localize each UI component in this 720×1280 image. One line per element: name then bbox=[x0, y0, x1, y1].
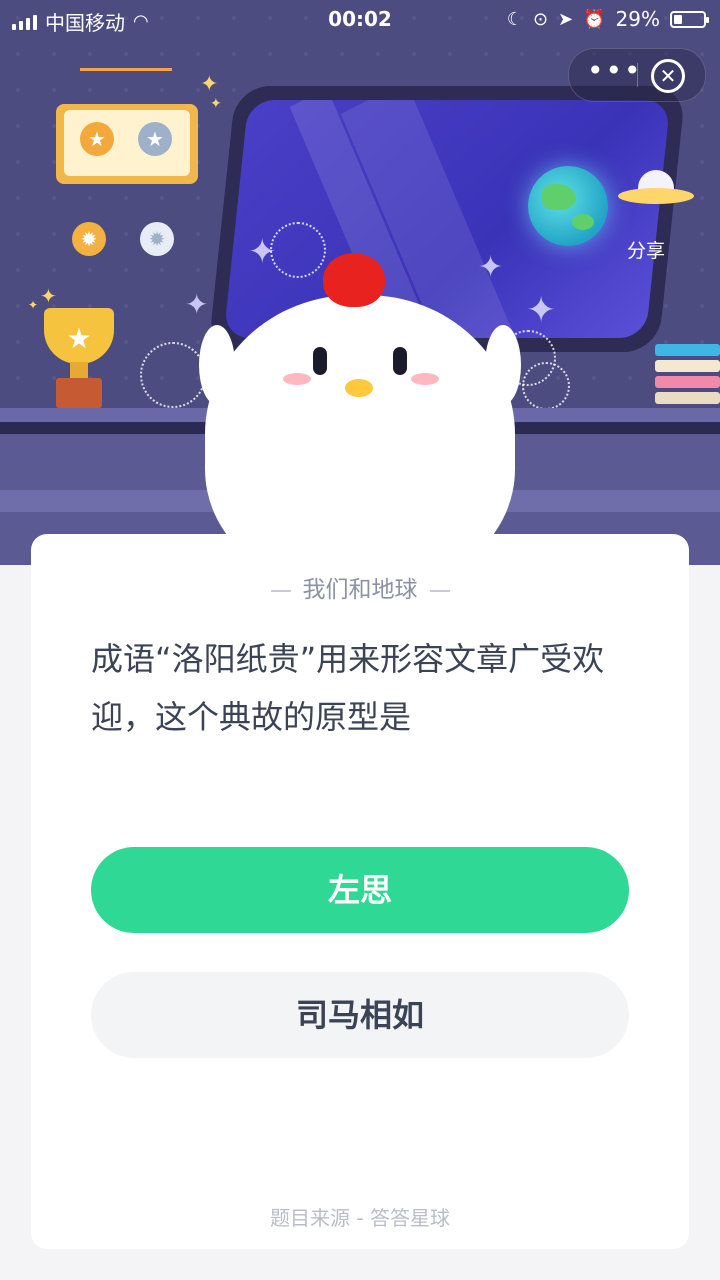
answer-option-correct[interactable]: 左思 bbox=[91, 847, 629, 933]
trophy-star-icon: ★ bbox=[66, 322, 92, 355]
question-source: 题目来源 - 答答星球 bbox=[270, 1206, 450, 1230]
bronze-medal-icon: ✹ bbox=[72, 222, 106, 256]
chick-mascot bbox=[199, 253, 521, 565]
status-bar: 中国移动 ◠ 00:02 ☾ ⊙ ➤ ⏰ 29% bbox=[0, 0, 720, 40]
answer-option[interactable]: 司马相如 bbox=[91, 972, 629, 1058]
gold-medal-icon: ★ bbox=[80, 122, 114, 156]
question-text: 成语“洛阳纸贵”用来形容文章广受欢迎，这个典故的原型是 bbox=[91, 640, 605, 736]
dotted-ring bbox=[140, 342, 206, 408]
silver-medal-icon: ★ bbox=[138, 122, 172, 156]
dotted-ring bbox=[522, 362, 570, 410]
miniprogram-capsule: ••• ✕ bbox=[568, 48, 706, 102]
ufo-share-icon[interactable] bbox=[618, 168, 694, 208]
divider-left bbox=[270, 589, 291, 592]
star-sparkle-icon: ✦ bbox=[210, 96, 222, 112]
category-heading: 我们和地球 bbox=[31, 570, 689, 604]
location-icon: ➤ bbox=[558, 8, 574, 30]
chick-body bbox=[205, 295, 515, 565]
more-icon[interactable]: ••• bbox=[587, 57, 641, 85]
category-label: 我们和地球 bbox=[302, 577, 418, 603]
battery-level bbox=[674, 14, 682, 24]
chick-eye bbox=[313, 347, 327, 375]
star-sparkle-icon: ✦ bbox=[200, 72, 219, 97]
capsule-divider bbox=[637, 63, 638, 87]
star-sparkle-icon: ✦ bbox=[28, 298, 39, 312]
chick-eye bbox=[393, 347, 407, 375]
share-label[interactable]: 分享 bbox=[627, 236, 665, 263]
moon-icon: ☾ bbox=[506, 8, 523, 30]
star-sparkle-icon: ✦ bbox=[40, 284, 57, 308]
alarm-icon: ⏰ bbox=[583, 8, 606, 30]
chick-cheek bbox=[283, 373, 311, 385]
question-card: 我们和地球 成语“洛阳纸贵”用来形容文章广受欢迎，这个典故的原型是 左思 司马相… bbox=[31, 534, 689, 1249]
earth-icon bbox=[528, 166, 608, 246]
chick-comb bbox=[323, 253, 385, 307]
divider-right bbox=[429, 589, 450, 592]
battery-percent: 29% bbox=[615, 7, 660, 31]
chick-beak bbox=[345, 379, 373, 397]
trophy-stem bbox=[70, 362, 88, 378]
star-sparkle-icon: ✦ bbox=[526, 290, 557, 331]
trophy-base bbox=[56, 378, 102, 408]
chick-cheek bbox=[411, 373, 439, 385]
books-icon bbox=[655, 344, 720, 408]
rotation-lock-icon: ⊙ bbox=[532, 8, 549, 30]
close-icon[interactable]: ✕ bbox=[651, 59, 685, 93]
battery-icon bbox=[670, 10, 709, 28]
white-medal-icon: ✹ bbox=[140, 222, 174, 256]
